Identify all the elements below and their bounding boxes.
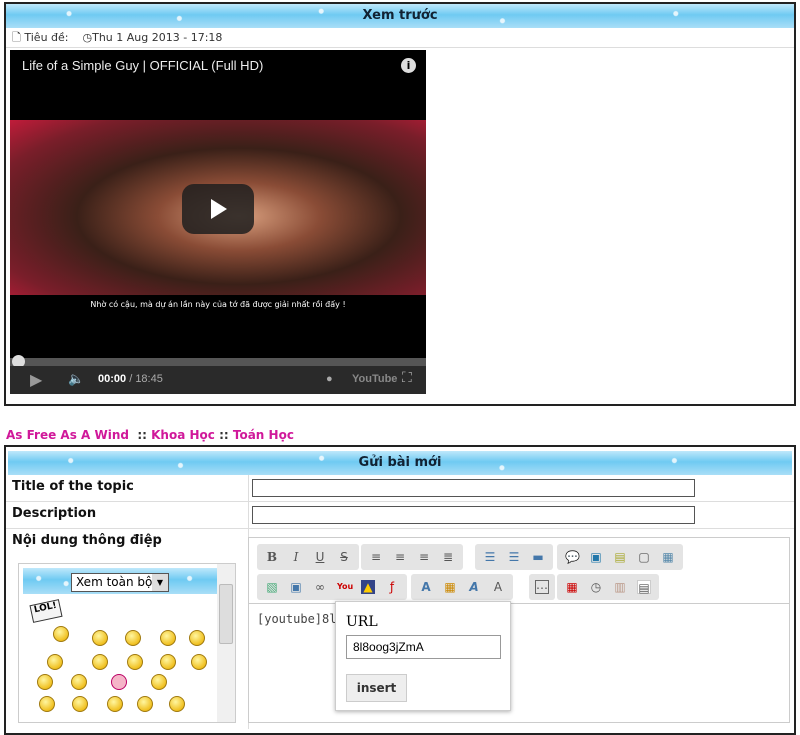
progress-bar[interactable] — [10, 358, 426, 366]
player-controls: ▶ 🔈 00:00 / 18:45 ● YouTube ⛶ — [10, 366, 426, 394]
emoticon[interactable] — [72, 696, 88, 712]
preview-panel: Xem trước 🗋 Tiêu đề: ◷Thu 1 Aug 2013 - 1… — [4, 2, 796, 406]
fullscreen-icon[interactable]: ⛶ — [402, 369, 412, 386]
description-input[interactable] — [252, 506, 695, 524]
clock-icon: ◷ — [82, 31, 93, 44]
editor: BIUS ≡ ≡ ≡ ≣ ☰ ☰ ▬ 💬 ▣ ▤ ▢ ▦ ▧ ▣ ∞ You ▲ ƒ A ▦ A A ⋯ ▦ ◷ ▥ ▤… — [248, 537, 790, 723]
emoticon[interactable] — [47, 654, 63, 670]
youtube-icon[interactable]: You — [337, 580, 353, 594]
insert-button[interactable]: insert — [346, 674, 407, 702]
italic-button[interactable]: I — [289, 550, 303, 564]
emoticon[interactable] — [92, 654, 108, 670]
spoiler-icon[interactable]: ▤ — [613, 550, 627, 564]
emoticon[interactable] — [39, 696, 55, 712]
dailymotion-icon[interactable]: ▲ — [361, 580, 375, 594]
preview-header: Xem trước — [6, 4, 794, 28]
editor-toolbar: BIUS ≡ ≡ ≡ ≣ ☰ ☰ ▬ 💬 ▣ ▤ ▢ ▦ ▧ ▣ ∞ You ▲ ƒ A ▦ A A ⋯ ▦ ◷ ▥ ▤ — [249, 538, 789, 604]
breadcrumb-subcategory[interactable]: Toán Học — [233, 428, 294, 442]
numbered-list-icon[interactable]: ☰ — [507, 550, 521, 564]
emoticon[interactable] — [151, 674, 167, 690]
emoticon-category-select[interactable]: Xem toàn bộ ▼ — [71, 573, 169, 592]
strike-button[interactable]: S — [337, 550, 351, 564]
emoticon[interactable] — [107, 696, 123, 712]
date-icon[interactable]: ▦ — [565, 580, 579, 594]
emoticon-scrollbar[interactable] — [217, 564, 235, 722]
font-face-icon[interactable]: A — [467, 580, 481, 594]
table-icon[interactable]: ▦ — [661, 550, 675, 564]
emoticon[interactable] — [189, 630, 205, 646]
scroll-thumb[interactable] — [219, 584, 233, 644]
emoticon-box: Xem toàn bộ ▼ LOL! — [18, 563, 236, 723]
url-input[interactable] — [346, 635, 501, 659]
remove-format-icon[interactable]: A — [491, 580, 505, 594]
justify-icon[interactable]: ≣ — [441, 550, 455, 564]
description-row: Description — [6, 502, 794, 529]
underline-button[interactable]: U — [313, 550, 327, 564]
emoticon[interactable] — [137, 696, 153, 712]
breadcrumb: As Free As A Wind :: Khoa Học :: Toán Họ… — [6, 428, 294, 442]
title-input[interactable] — [252, 479, 695, 497]
paste-icon[interactable]: ▥ — [613, 580, 627, 594]
source-icon[interactable]: ▤ — [637, 580, 651, 595]
breadcrumb-category[interactable]: Khoa Học — [151, 428, 215, 442]
emoticon[interactable] — [92, 630, 108, 646]
emoticon[interactable] — [71, 674, 87, 690]
breadcrumb-forum[interactable]: As Free As A Wind — [6, 428, 129, 442]
emoticon[interactable] — [37, 674, 53, 690]
flash-icon[interactable]: ƒ — [385, 580, 399, 594]
hide-icon[interactable]: ▢ — [637, 550, 651, 564]
hr-icon[interactable]: ▬ — [531, 550, 545, 564]
play-button[interactable] — [182, 184, 254, 234]
document-icon: 🗋 — [12, 31, 21, 44]
time-icon[interactable]: ◷ — [589, 580, 603, 594]
post-meta: 🗋 Tiêu đề: ◷Thu 1 Aug 2013 - 17:18 — [6, 28, 794, 48]
quote-icon[interactable]: 💬 — [565, 550, 580, 564]
volume-icon[interactable]: 🔈 — [68, 371, 84, 387]
emoticon[interactable] — [169, 696, 185, 712]
image-upload-icon[interactable]: ▣ — [289, 580, 303, 594]
bold-button[interactable]: B — [265, 550, 279, 564]
video-title[interactable]: Life of a Simple Guy | OFFICIAL (Full HD… — [22, 58, 263, 73]
youtube-player[interactable]: Life of a Simple Guy | OFFICIAL (Full HD… — [10, 50, 426, 394]
video-subtitle: Nhờ có cậu, mà dự án lần này của tớ đã đ… — [90, 300, 346, 309]
emoticon[interactable] — [111, 674, 127, 690]
emoticon[interactable] — [160, 654, 176, 670]
emoticon[interactable] — [127, 654, 143, 670]
emoticon-lol[interactable]: LOL! — [29, 599, 63, 623]
emoticon[interactable] — [191, 654, 207, 670]
bullet-list-icon[interactable]: ☰ — [483, 550, 497, 564]
editor-textarea[interactable]: [youtube]8l8oog3jZmA — [249, 604, 789, 634]
emoticon[interactable] — [160, 630, 176, 646]
emoticon[interactable] — [53, 626, 69, 642]
image-icon[interactable]: ▧ — [265, 580, 279, 594]
chevron-down-icon[interactable]: ▼ — [152, 574, 168, 591]
emoticon[interactable] — [125, 630, 141, 646]
align-center-icon[interactable]: ≡ — [393, 550, 407, 564]
url-popup: URL insert — [335, 601, 511, 711]
info-icon[interactable]: i — [401, 58, 416, 73]
align-right-icon[interactable]: ≡ — [417, 550, 431, 564]
font-size-icon[interactable]: A — [419, 580, 433, 594]
align-left-icon[interactable]: ≡ — [369, 550, 383, 564]
new-post-header: Gửi bài mới — [8, 451, 792, 475]
color-icon[interactable]: ▦ — [443, 580, 457, 594]
title-row: Title of the topic — [6, 475, 794, 502]
more-icon[interactable]: ⋯ — [535, 580, 549, 595]
watch-later-icon[interactable]: ● — [326, 373, 333, 385]
youtube-logo[interactable]: YouTube — [352, 373, 397, 385]
code-icon[interactable]: ▣ — [589, 550, 603, 564]
play-icon[interactable]: ▶ — [30, 370, 42, 390]
link-icon[interactable]: ∞ — [313, 580, 327, 594]
